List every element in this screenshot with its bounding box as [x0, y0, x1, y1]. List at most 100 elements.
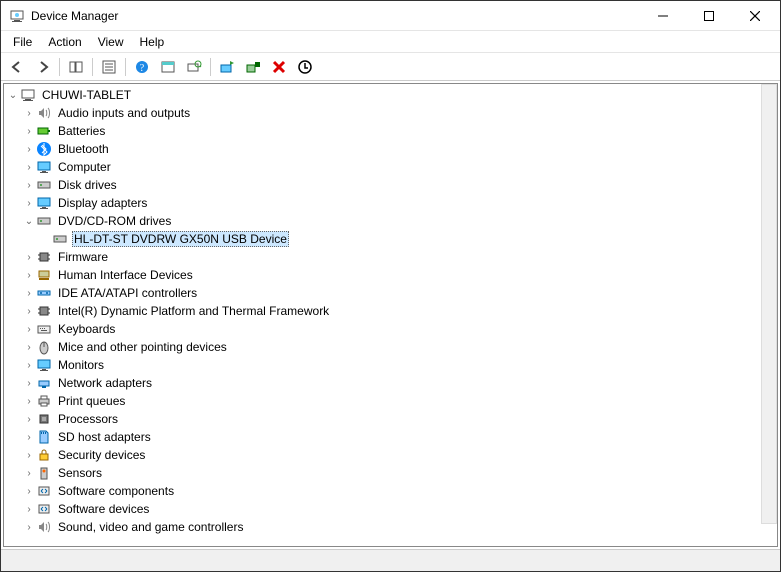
minimize-button[interactable] — [640, 1, 686, 31]
content-area: ⌄ CHUWI-TABLET ›Audio inputs and outputs… — [1, 81, 780, 549]
scan-hardware-button[interactable] — [182, 55, 206, 79]
tree-item[interactable]: ›Processors — [4, 410, 777, 428]
tree-item[interactable]: ›Audio inputs and outputs — [4, 104, 777, 122]
device-tree[interactable]: ⌄ CHUWI-TABLET ›Audio inputs and outputs… — [3, 83, 778, 547]
tree-item-label: Computer — [56, 160, 113, 174]
tree-item-label: IDE ATA/ATAPI controllers — [56, 286, 199, 300]
update-driver-button[interactable] — [215, 55, 239, 79]
tree-item[interactable]: › Computer — [4, 158, 777, 176]
tree-item-label: Intel(R) Dynamic Platform and Thermal Fr… — [56, 304, 331, 318]
titlebar: Device Manager — [1, 1, 780, 31]
chevron-right-icon[interactable]: › — [22, 106, 36, 120]
monitor-icon — [36, 195, 52, 211]
tree-item[interactable]: › Software devices — [4, 500, 777, 518]
show-hide-tree-button[interactable] — [64, 55, 88, 79]
chevron-down-icon[interactable]: ⌄ — [22, 214, 36, 228]
tree-item[interactable]: › IDE ATA/ATAPI controllers — [4, 284, 777, 302]
ide-icon — [36, 285, 52, 301]
chevron-right-icon[interactable]: › — [22, 466, 36, 480]
tree-item-label: Security devices — [56, 448, 147, 462]
tree-item[interactable]: ›Print queues — [4, 392, 777, 410]
chevron-right-icon[interactable]: › — [22, 304, 36, 318]
chevron-right-icon[interactable]: › — [22, 178, 36, 192]
chevron-right-icon[interactable]: › — [22, 430, 36, 444]
keyboard-icon — [36, 321, 52, 337]
speaker-icon — [36, 105, 52, 121]
expander-empty — [38, 232, 52, 246]
menu-file[interactable]: File — [5, 33, 40, 51]
tree-item-label: HL-DT-ST DVDRW GX50N USB Device — [72, 231, 289, 247]
tree-root[interactable]: ⌄ CHUWI-TABLET — [4, 86, 777, 104]
chevron-right-icon[interactable]: › — [22, 520, 36, 534]
tree-item-label: Firmware — [56, 250, 110, 264]
tree-item[interactable]: HL-DT-ST DVDRW GX50N USB Device — [4, 230, 777, 248]
help-button[interactable]: ? — [130, 55, 154, 79]
tree-item-label: Batteries — [56, 124, 107, 138]
chevron-right-icon[interactable]: › — [22, 250, 36, 264]
forward-button[interactable] — [31, 55, 55, 79]
uninstall-device-button[interactable] — [241, 55, 265, 79]
chevron-right-icon[interactable]: › — [22, 286, 36, 300]
tree-item[interactable]: › Firmware — [4, 248, 777, 266]
net-icon — [36, 375, 52, 391]
tree-item[interactable]: › Security devices — [4, 446, 777, 464]
sw-icon — [36, 501, 52, 517]
chevron-right-icon[interactable]: › — [22, 448, 36, 462]
tree-item[interactable]: › Batteries — [4, 122, 777, 140]
chevron-right-icon[interactable]: › — [22, 484, 36, 498]
maximize-button[interactable] — [686, 1, 732, 31]
tree-item[interactable]: ›Display adapters — [4, 194, 777, 212]
menu-view[interactable]: View — [90, 33, 132, 51]
chevron-right-icon[interactable]: › — [22, 376, 36, 390]
chevron-right-icon[interactable]: › — [22, 196, 36, 210]
enable-device-button[interactable] — [293, 55, 317, 79]
tree-item[interactable]: ›Sensors — [4, 464, 777, 482]
tree-item[interactable]: ›SD host adapters — [4, 428, 777, 446]
chevron-right-icon[interactable]: › — [22, 160, 36, 174]
chip-icon — [36, 303, 52, 319]
sw-icon — [36, 483, 52, 499]
tree-item[interactable]: › Software components — [4, 482, 777, 500]
tree-item-label: Software devices — [56, 502, 151, 516]
toolbar-separator — [92, 58, 93, 76]
chevron-right-icon[interactable]: › — [22, 268, 36, 282]
tree-item-label: Software components — [56, 484, 176, 498]
tree-item[interactable]: ⌄DVD/CD-ROM drives — [4, 212, 777, 230]
resize-grip[interactable] — [760, 553, 776, 569]
sensor-icon — [36, 465, 52, 481]
chevron-right-icon[interactable]: › — [22, 322, 36, 336]
tree-item[interactable]: › Keyboards — [4, 320, 777, 338]
chevron-right-icon[interactable]: › — [22, 358, 36, 372]
tree-item[interactable]: › Intel(R) Dynamic Platform and Thermal F… — [4, 302, 777, 320]
action-button[interactable] — [156, 55, 180, 79]
disable-device-button[interactable] — [267, 55, 291, 79]
toolbar-separator — [210, 58, 211, 76]
cpu-icon — [36, 411, 52, 427]
close-button[interactable] — [732, 1, 778, 31]
properties-button[interactable] — [97, 55, 121, 79]
chevron-right-icon[interactable]: › — [22, 394, 36, 408]
chevron-right-icon[interactable]: › — [22, 340, 36, 354]
chevron-right-icon[interactable]: › — [22, 502, 36, 516]
tree-item[interactable]: ›Sound, video and game controllers — [4, 518, 777, 536]
tree-item[interactable]: › Monitors — [4, 356, 777, 374]
chevron-down-icon[interactable]: ⌄ — [6, 88, 20, 102]
chevron-right-icon[interactable]: › — [22, 412, 36, 426]
tree-item[interactable]: ›Human Interface Devices — [4, 266, 777, 284]
tree-item[interactable]: ›Mice and other pointing devices — [4, 338, 777, 356]
tree-item[interactable]: › Disk drives — [4, 176, 777, 194]
chip-icon — [36, 249, 52, 265]
back-button[interactable] — [5, 55, 29, 79]
chevron-right-icon[interactable]: › — [22, 124, 36, 138]
tree-item[interactable]: › Network adapters — [4, 374, 777, 392]
tree-item[interactable]: ›Bluetooth — [4, 140, 777, 158]
vertical-scrollbar[interactable] — [761, 84, 777, 524]
menu-help[interactable]: Help — [132, 33, 173, 51]
disk-icon — [36, 213, 52, 229]
tree-item-label: Disk drives — [56, 178, 119, 192]
tree-item-label: Monitors — [56, 358, 106, 372]
tree-item-label: Network adapters — [56, 376, 154, 390]
menu-action[interactable]: Action — [40, 33, 89, 51]
tree-item-label: Keyboards — [56, 322, 117, 336]
chevron-right-icon[interactable]: › — [22, 142, 36, 156]
